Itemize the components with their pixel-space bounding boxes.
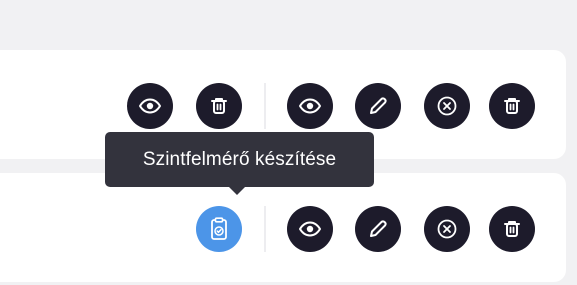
eye-icon xyxy=(299,98,321,114)
view-button[interactable] xyxy=(287,83,333,129)
eye-icon xyxy=(299,221,321,237)
close-circle-icon xyxy=(437,96,457,116)
delete-button[interactable] xyxy=(489,206,535,252)
trash-icon xyxy=(211,98,227,114)
view-button[interactable] xyxy=(287,206,333,252)
pencil-icon xyxy=(370,220,387,237)
clipboard-check-icon xyxy=(211,217,227,240)
view-button[interactable] xyxy=(127,83,173,129)
trash-icon xyxy=(504,98,520,114)
actions-divider xyxy=(264,83,266,129)
delete-button[interactable] xyxy=(196,83,242,129)
close-circle-icon xyxy=(437,219,457,239)
cancel-button[interactable] xyxy=(424,206,470,252)
eye-icon xyxy=(139,98,161,114)
delete-button[interactable] xyxy=(489,83,535,129)
actions-divider xyxy=(264,206,266,252)
tooltip-text: Szintfelmérő készítése xyxy=(142,149,337,170)
trash-icon xyxy=(504,221,520,237)
tooltip-arrow xyxy=(228,186,246,195)
edit-button[interactable] xyxy=(355,83,401,129)
cancel-button[interactable] xyxy=(424,83,470,129)
edit-button[interactable] xyxy=(355,206,401,252)
pencil-icon xyxy=(370,97,387,114)
tooltip: Szintfelmérő készítése xyxy=(105,132,374,187)
create-assessment-button[interactable] xyxy=(196,206,242,252)
table-row xyxy=(0,173,566,282)
